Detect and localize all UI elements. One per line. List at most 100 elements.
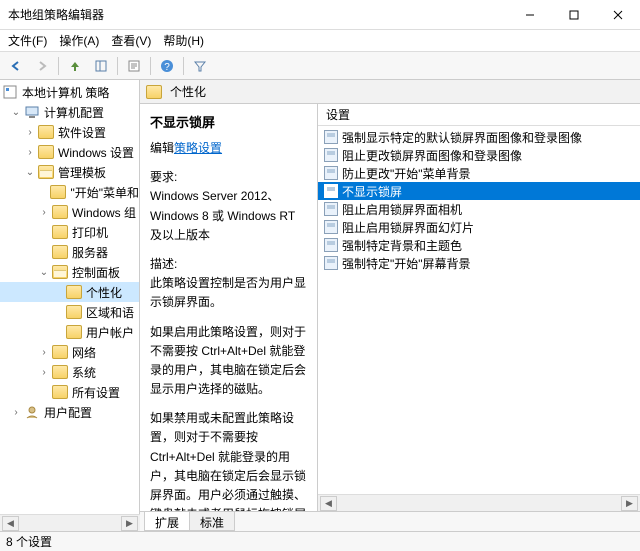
expand-icon[interactable]: › (10, 406, 22, 418)
tree-all-settings[interactable]: 所有设置 (0, 382, 139, 402)
collapse-icon[interactable]: ⌄ (24, 166, 36, 178)
right-pane: 个性化 不显示锁屏 编辑策略设置 要求: Windows Server 2012… (140, 80, 640, 531)
folder-icon (66, 325, 82, 339)
tab-standard[interactable]: 标准 (189, 512, 235, 531)
tree-regional[interactable]: 区域和语 (0, 302, 139, 322)
up-button[interactable] (63, 55, 87, 77)
setting-icon (324, 148, 338, 162)
minimize-button[interactable] (508, 0, 552, 30)
tree-root[interactable]: 本地计算机 策略 (0, 82, 139, 102)
tree-label: 软件设置 (58, 124, 106, 141)
filter-button[interactable] (188, 55, 212, 77)
tree-servers[interactable]: 服务器 (0, 242, 139, 262)
tree-windows-settings[interactable]: › Windows 设置 (0, 142, 139, 162)
desc-text: 此策略设置控制是否为用户显示锁屏界面。 (150, 274, 307, 312)
toolbar-separator (183, 57, 184, 75)
tree-system[interactable]: › 系统 (0, 362, 139, 382)
properties-button[interactable] (122, 55, 146, 77)
maximize-button[interactable] (552, 0, 596, 30)
close-button[interactable] (596, 0, 640, 30)
list-item[interactable]: 不显示锁屏 (318, 182, 640, 200)
tree-hscrollbar[interactable]: ◀ ▶ (0, 514, 140, 531)
list-item[interactable]: 强制显示特定的默认锁屏界面图像和登录图像 (318, 128, 640, 146)
list-item[interactable]: 阻止启用锁屏界面幻灯片 (318, 218, 640, 236)
tree-user-accounts[interactable]: 用户帐户 (0, 322, 139, 342)
show-hide-button[interactable] (89, 55, 113, 77)
expand-icon[interactable]: › (38, 346, 50, 358)
window-buttons (508, 0, 640, 30)
toolbar-separator (117, 57, 118, 75)
list-item-label: 防止更改"开始"菜单背景 (342, 165, 471, 182)
folder-icon (38, 125, 54, 139)
settings-list-pane: 设置 强制显示特定的默认锁屏界面图像和登录图像阻止更改锁屏界面图像和登录图像防止… (318, 104, 640, 511)
list-item[interactable]: 阻止启用锁屏界面相机 (318, 200, 640, 218)
expand-icon[interactable]: › (38, 206, 50, 218)
expand-icon[interactable]: › (24, 126, 36, 138)
tree-label: 系统 (72, 364, 96, 381)
tree-computer-config[interactable]: ⌄ 计算机配置 (0, 102, 139, 122)
tree-windows-components[interactable]: › Windows 组 (0, 202, 139, 222)
menu-action[interactable]: 操作(A) (59, 32, 99, 49)
tree-label: 打印机 (72, 224, 108, 241)
tab-extended[interactable]: 扩展 (144, 512, 190, 531)
tree-pane[interactable]: 本地计算机 策略 ⌄ 计算机配置 › 软件设置 › Windows 设置 ⌄ 管… (0, 80, 140, 531)
tree-start-menu[interactable]: "开始"菜单和 (0, 182, 139, 202)
back-button[interactable] (4, 55, 28, 77)
menu-help[interactable]: 帮助(H) (163, 32, 204, 49)
folder-icon (50, 185, 66, 199)
spacer (38, 186, 48, 198)
setting-icon (324, 184, 338, 198)
toolbar-separator (150, 57, 151, 75)
edit-policy-link[interactable]: 策略设置 (174, 141, 222, 155)
collapse-icon[interactable]: ⌄ (38, 266, 50, 278)
setting-icon (324, 220, 338, 234)
list-item[interactable]: 防止更改"开始"菜单背景 (318, 164, 640, 182)
list-item-label: 不显示锁屏 (342, 183, 402, 200)
desc-label: 描述: (150, 255, 307, 274)
folder-icon (38, 145, 54, 159)
folder-icon (146, 85, 162, 99)
tree-label: 区域和语 (86, 304, 134, 321)
hscrollbar[interactable]: ◀ ▶ (318, 494, 640, 511)
list-item-label: 强制特定"开始"屏幕背景 (342, 255, 471, 272)
svg-text:?: ? (164, 62, 170, 73)
folder-icon (52, 205, 68, 219)
expand-icon[interactable]: › (38, 366, 50, 378)
help-button[interactable]: ? (155, 55, 179, 77)
scroll-left-button[interactable]: ◀ (320, 496, 337, 511)
tree-admin-templates[interactable]: ⌄ 管理模板 (0, 162, 139, 182)
tree-personalization[interactable]: 个性化 (0, 282, 139, 302)
scroll-right-button[interactable]: ▶ (121, 516, 138, 531)
list-item-label: 强制特定背景和主题色 (342, 237, 462, 254)
edit-prefix: 编辑 (150, 141, 174, 155)
menu-file[interactable]: 文件(F) (8, 32, 47, 49)
tree-printers[interactable]: 打印机 (0, 222, 139, 242)
column-header[interactable]: 设置 (318, 104, 640, 126)
tree-network[interactable]: › 网络 (0, 342, 139, 362)
list-item[interactable]: 阻止更改锁屏界面图像和登录图像 (318, 146, 640, 164)
tree-label: 服务器 (72, 244, 108, 261)
list-item[interactable]: 强制特定"开始"屏幕背景 (318, 254, 640, 272)
req-text: Windows Server 2012、Windows 8 或 Windows … (150, 187, 307, 245)
tree-software-settings[interactable]: › 软件设置 (0, 122, 139, 142)
tree-label: 所有设置 (72, 384, 120, 401)
tree-user-config[interactable]: › 用户配置 (0, 402, 139, 422)
settings-items[interactable]: 强制显示特定的默认锁屏界面图像和登录图像阻止更改锁屏界面图像和登录图像防止更改"… (318, 126, 640, 494)
policy-title: 不显示锁屏 (150, 112, 307, 131)
expand-icon[interactable]: › (24, 146, 36, 158)
forward-button[interactable] (30, 55, 54, 77)
scroll-left-button[interactable]: ◀ (2, 516, 19, 531)
scroll-right-button[interactable]: ▶ (621, 496, 638, 511)
folder-icon (52, 245, 68, 259)
tree-label: 计算机配置 (44, 104, 104, 121)
spacer (52, 306, 64, 318)
menu-view[interactable]: 查看(V) (111, 32, 151, 49)
collapse-icon[interactable]: ⌄ (10, 106, 22, 118)
tree-control-panel[interactable]: ⌄ 控制面板 (0, 262, 139, 282)
spacer (52, 286, 64, 298)
tree-label: 管理模板 (58, 164, 106, 181)
status-text: 8 个设置 (6, 533, 52, 550)
list-item[interactable]: 强制特定背景和主题色 (318, 236, 640, 254)
user-icon (24, 404, 40, 420)
list-item-label: 阻止更改锁屏界面图像和登录图像 (342, 147, 522, 164)
